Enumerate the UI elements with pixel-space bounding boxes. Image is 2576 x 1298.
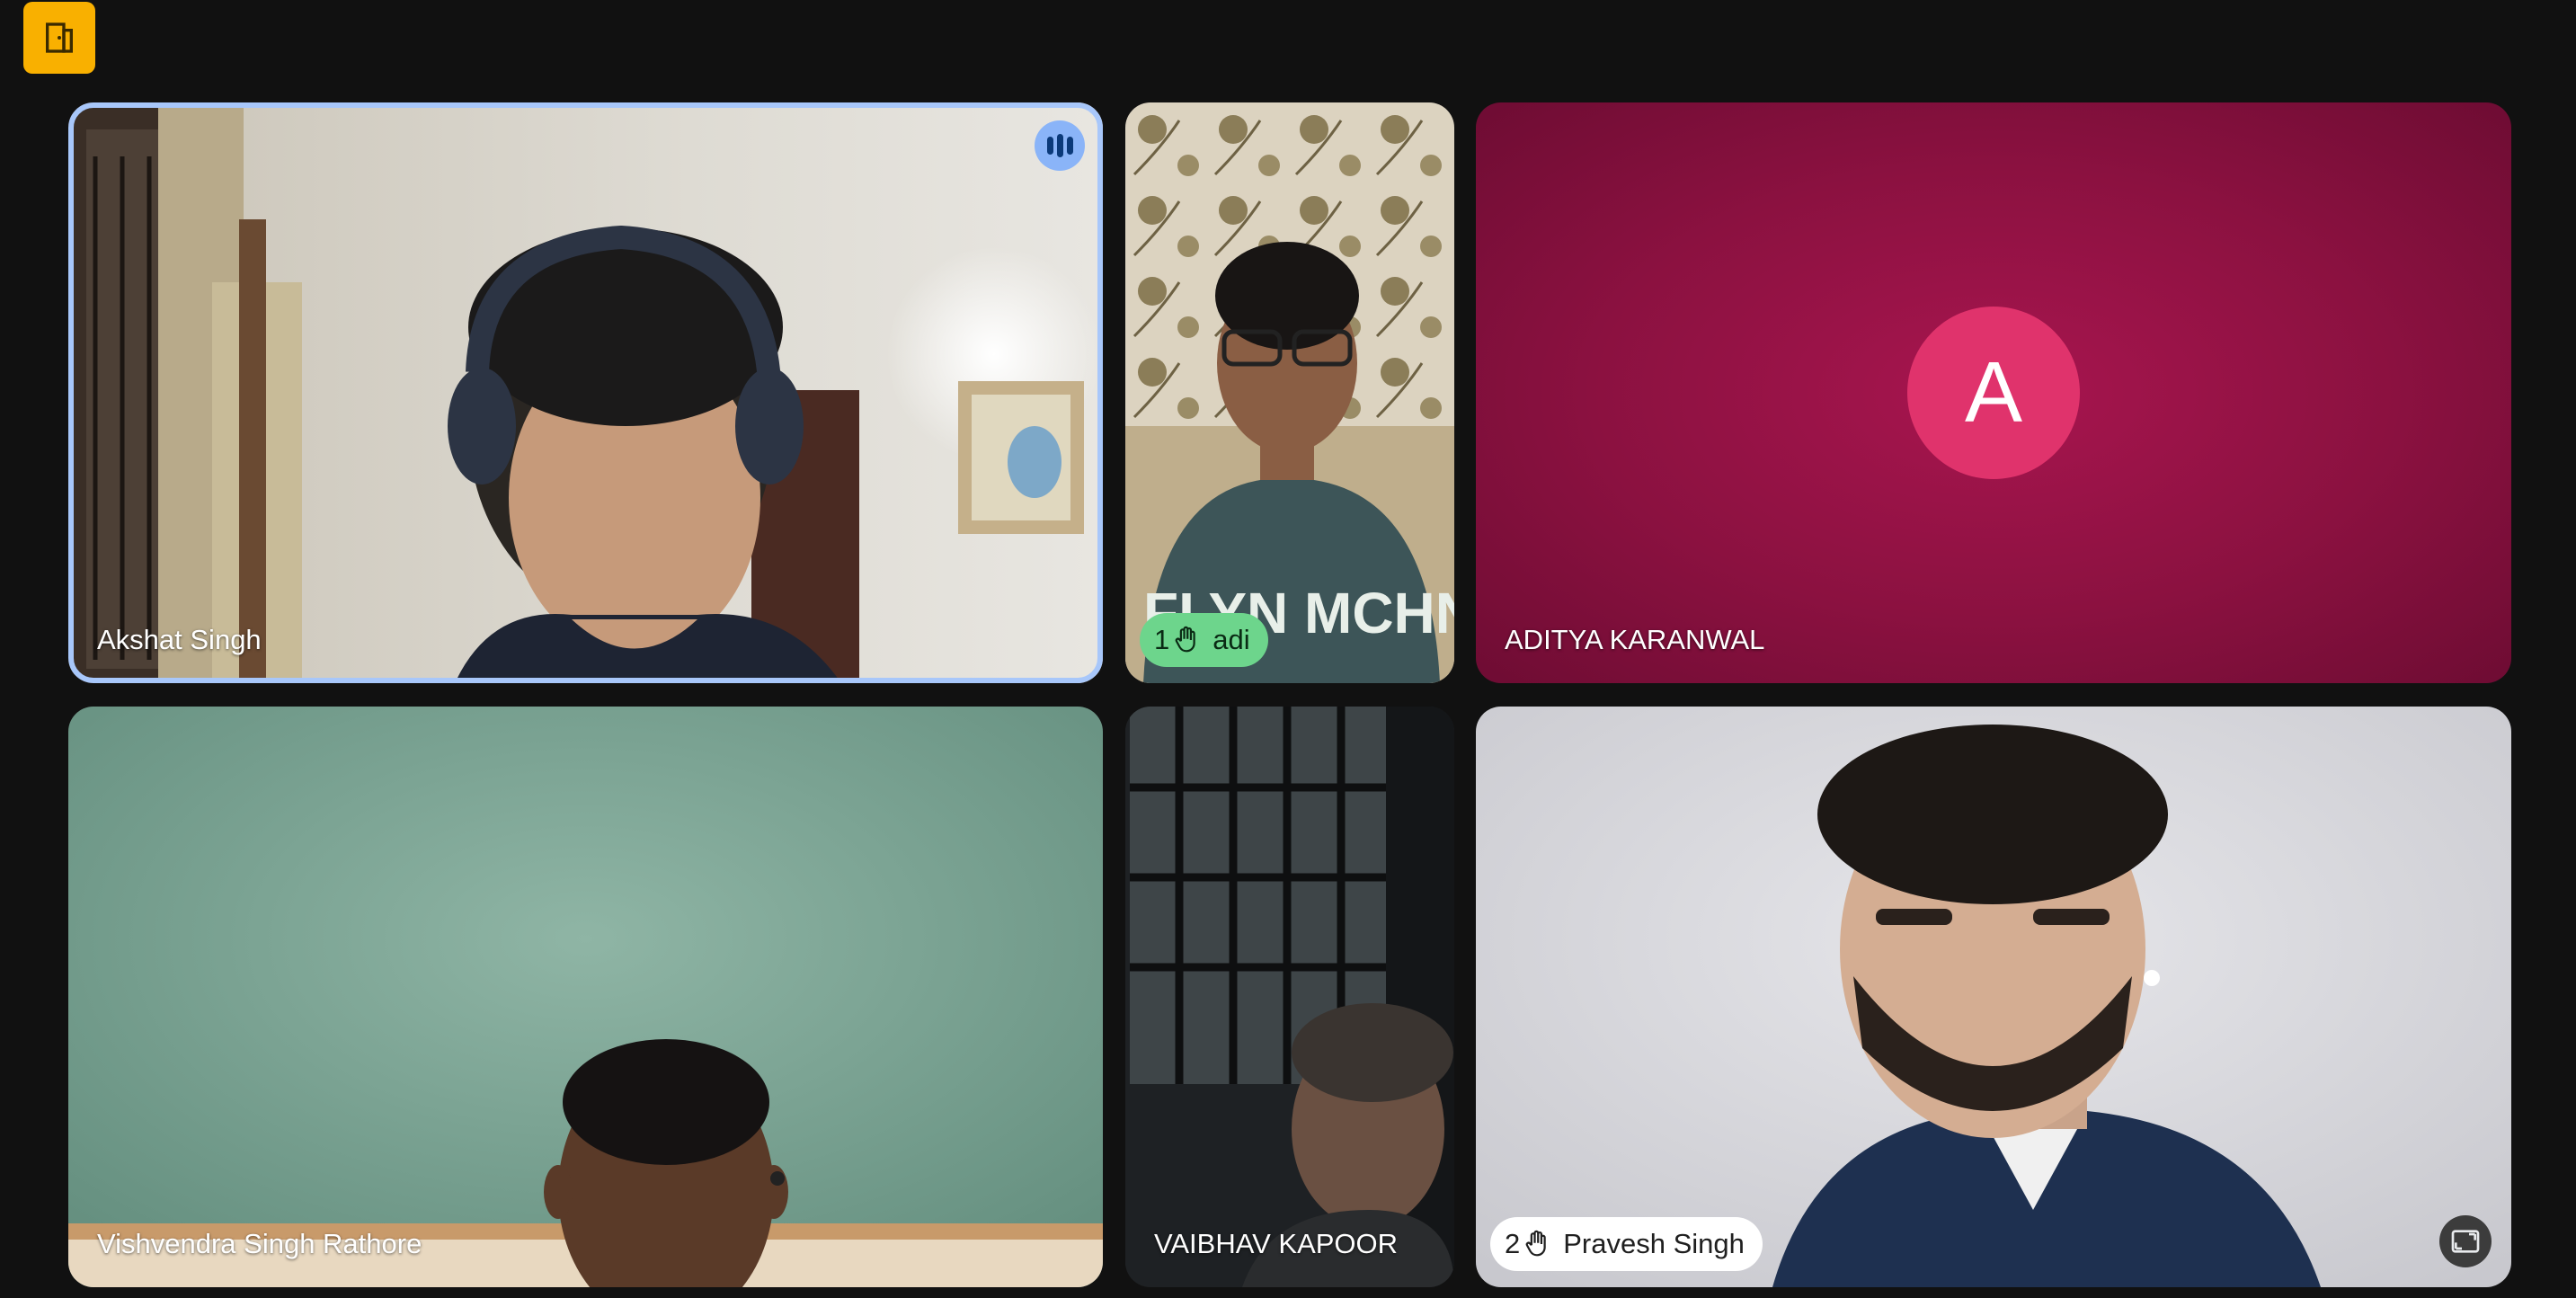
picture-in-picture-icon — [2451, 1229, 2480, 1254]
hand-raise-order: 1 — [1154, 624, 1170, 655]
participant-name: VAIBHAV KAPOOR — [1154, 1228, 1399, 1259]
hand-raise-chip: 2 Pravesh Singh — [1490, 1217, 1763, 1271]
participant-name: ADITYA KARANWAL — [1505, 624, 1765, 655]
hand-raise-chip: 1 adi — [1140, 613, 1268, 667]
door-exit-icon — [41, 20, 77, 56]
participant-name: Vishvendra Singh Rathore — [97, 1228, 422, 1259]
participant-video — [68, 707, 1103, 1287]
participant-name: Akshat Singh — [97, 624, 262, 655]
participant-tile-akshat-singh[interactable]: Akshat Singh — [68, 102, 1103, 683]
raised-hand-icon — [1173, 626, 1200, 654]
participant-name: Pravesh Singh — [1563, 1228, 1745, 1259]
participant-tile-vishvendra-singh-rathore[interactable]: Vishvendra Singh Rathore — [68, 707, 1103, 1287]
participant-tile-aditya-karanwal[interactable]: A ADITYA KARANWAL — [1476, 102, 2511, 683]
audio-wave-icon — [1035, 120, 1085, 171]
raised-hand-icon — [1523, 1230, 1550, 1258]
picture-in-picture-button[interactable] — [2439, 1215, 2492, 1267]
participant-video: FLYN MCHN — [1125, 102, 1454, 683]
leave-call-button[interactable] — [23, 2, 95, 74]
participant-avatar: A — [1907, 307, 2080, 479]
participant-tile-vaibhav-kapoor[interactable]: VAIBHAV KAPOOR — [1125, 707, 1454, 1287]
participant-video — [1476, 707, 2511, 1287]
participant-tile-pravesh-singh[interactable]: 2 Pravesh Singh — [1476, 707, 2511, 1287]
meeting-grid: Akshat Singh FLYN MCHN 1 adi A ADITYA KA… — [0, 0, 2576, 1298]
hand-raise-order: 2 — [1505, 1228, 1521, 1259]
participant-video — [1125, 707, 1454, 1287]
participant-video — [68, 102, 1103, 683]
participant-tile-adi[interactable]: FLYN MCHN 1 adi — [1125, 102, 1454, 683]
participant-name: adi — [1212, 624, 1250, 655]
